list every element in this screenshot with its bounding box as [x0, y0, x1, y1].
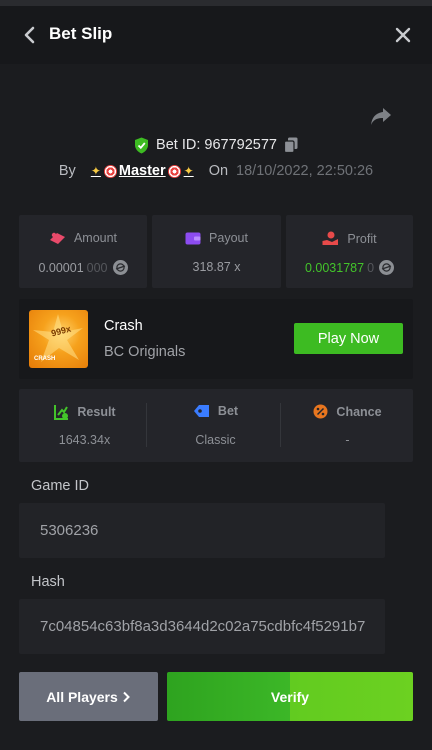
by-row: By ✦ Master ✦ On 18/10/2022, 22:50:26 — [0, 161, 432, 181]
chance-column: Chance - — [282, 389, 413, 462]
sparkle-icon: ✦ — [183, 164, 194, 178]
bet-value: Classic — [195, 433, 236, 447]
profit-label: Profit — [347, 231, 377, 246]
result-value: 1643.34x — [58, 433, 111, 447]
payout-value: 318.87 x — [192, 260, 241, 274]
result-icon — [54, 405, 69, 420]
coin-icon — [379, 260, 395, 275]
hash-label: Hash — [31, 574, 65, 590]
page-title: Bet Slip — [49, 24, 113, 43]
game-thumbnail[interactable]: 999x CRASH — [29, 310, 88, 368]
divider — [280, 403, 281, 447]
username: Master — [118, 163, 166, 179]
all-players-label: All Players — [46, 688, 118, 705]
chevron-right-icon — [123, 691, 130, 702]
wallet-icon — [185, 232, 201, 245]
amount-value: 0.00001 — [38, 260, 84, 275]
coin-icon — [112, 260, 128, 275]
by-label: By — [58, 163, 76, 179]
play-now-button[interactable]: Play Now — [294, 323, 403, 354]
header-bar: Bet Slip — [0, 6, 432, 64]
payout-card: Payout 318.87 x — [152, 215, 281, 288]
bet-id-row: Bet ID: 967792577 — [0, 135, 432, 155]
amount-card: Amount 0.00001 000 — [19, 215, 147, 288]
sparkle-icon: ✦ — [90, 164, 101, 178]
profit-card: Profit 0.0031787 0 — [286, 215, 413, 288]
percent-icon — [313, 404, 328, 419]
profit-icon — [322, 231, 339, 245]
share-icon[interactable] — [370, 106, 392, 126]
bet-id: Bet ID: 967792577 — [156, 137, 277, 153]
copy-icon[interactable] — [283, 137, 298, 153]
profit-value-padding: 0 — [367, 260, 375, 275]
tag-icon — [193, 405, 209, 417]
close-icon[interactable] — [394, 26, 412, 44]
game-id-label: Game ID — [31, 478, 90, 494]
divider — [146, 403, 147, 447]
bet-datetime: 18/10/2022, 22:50:26 — [236, 163, 374, 179]
game-id-field[interactable]: 5306236 — [19, 503, 385, 558]
result-column: Result 1643.34x — [19, 389, 150, 462]
chevron-left-icon[interactable] — [22, 25, 38, 45]
bet-column: Bet Classic — [150, 389, 281, 462]
result-label: Result — [77, 405, 116, 419]
verify-button[interactable]: Verify — [167, 672, 413, 721]
on-label: On — [208, 163, 229, 179]
target-icon — [103, 164, 117, 178]
amount-label: Amount — [73, 231, 118, 245]
profit-value: 0.0031787 — [304, 260, 365, 275]
amount-value-padding: 000 — [86, 260, 108, 275]
game-card: 999x CRASH Crash BC Originals Play Now — [19, 299, 413, 379]
chance-value: - — [345, 433, 350, 447]
payout-label: Payout — [209, 231, 248, 245]
bet-info-panel: Result 1643.34x Bet Classic Chance - — [19, 389, 413, 462]
bet-label: Bet — [217, 404, 239, 418]
hash-field[interactable]: 7c04854c63bf8a3d3644d2c02a75cdbfc4f5291b… — [19, 599, 385, 654]
game-name: Crash — [104, 318, 143, 334]
username-link[interactable]: ✦ Master ✦ — [90, 163, 195, 179]
chance-label: Chance — [336, 404, 382, 419]
amount-icon — [49, 232, 65, 244]
shield-check-icon — [135, 137, 149, 153]
game-provider: BC Originals — [104, 344, 186, 360]
thumbnail-title: CRASH — [34, 356, 56, 362]
target-icon — [167, 164, 181, 178]
all-players-button[interactable]: All Players — [19, 672, 158, 721]
